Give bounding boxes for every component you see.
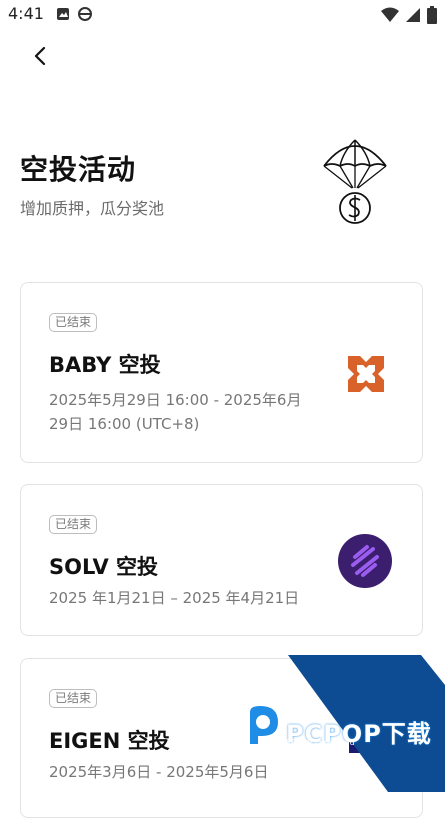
solv-token-icon [338, 534, 392, 588]
watermark-tagline: PCPOP Download [286, 738, 355, 747]
browser-e-icon [78, 7, 92, 21]
card-date: 2025年5月29日 16:00 - 2025年6月 29日 16:00 (UT… [49, 388, 319, 436]
chevron-left-icon [34, 46, 46, 66]
card-title: EIGEN 空投 [49, 729, 170, 753]
baby-token-icon [348, 356, 384, 392]
parachute-dollar-icon [323, 139, 387, 224]
status-bar: 4:41 [0, 0, 445, 30]
system-icons [381, 6, 437, 24]
wifi-icon [381, 7, 399, 22]
card-date-line: 29日 16:00 (UTC+8) [49, 415, 200, 433]
signal-icon [406, 8, 420, 22]
back-button[interactable] [26, 42, 54, 70]
airdrop-card-baby[interactable]: 已结束 BABY 空投 2025年5月29日 16:00 - 2025年6月 2… [20, 282, 423, 463]
card-date-line: 2025年5月29日 16:00 - 2025年6月 [49, 391, 302, 409]
status-badge: 已结束 [49, 689, 98, 708]
airdrop-card-solv[interactable]: 已结束 SOLV 空投 2025 年1月21日 – 2025 年4月21日 [20, 484, 423, 636]
page-subtitle: 增加质押，瓜分奖池 [20, 199, 165, 218]
notification-icons [56, 7, 92, 21]
card-title: BABY 空投 [49, 353, 161, 377]
status-time: 4:41 [8, 4, 44, 23]
page-title: 空投活动 [20, 153, 137, 186]
card-title: SOLV 空投 [49, 555, 159, 579]
status-badge: 已结束 [49, 313, 98, 332]
battery-icon [427, 6, 437, 24]
status-badge: 已结束 [49, 515, 98, 534]
card-date: 2025 年1月21日 – 2025 年4月21日 [49, 589, 300, 607]
pcpop-logo-icon [240, 706, 280, 746]
image-icon [57, 8, 69, 20]
